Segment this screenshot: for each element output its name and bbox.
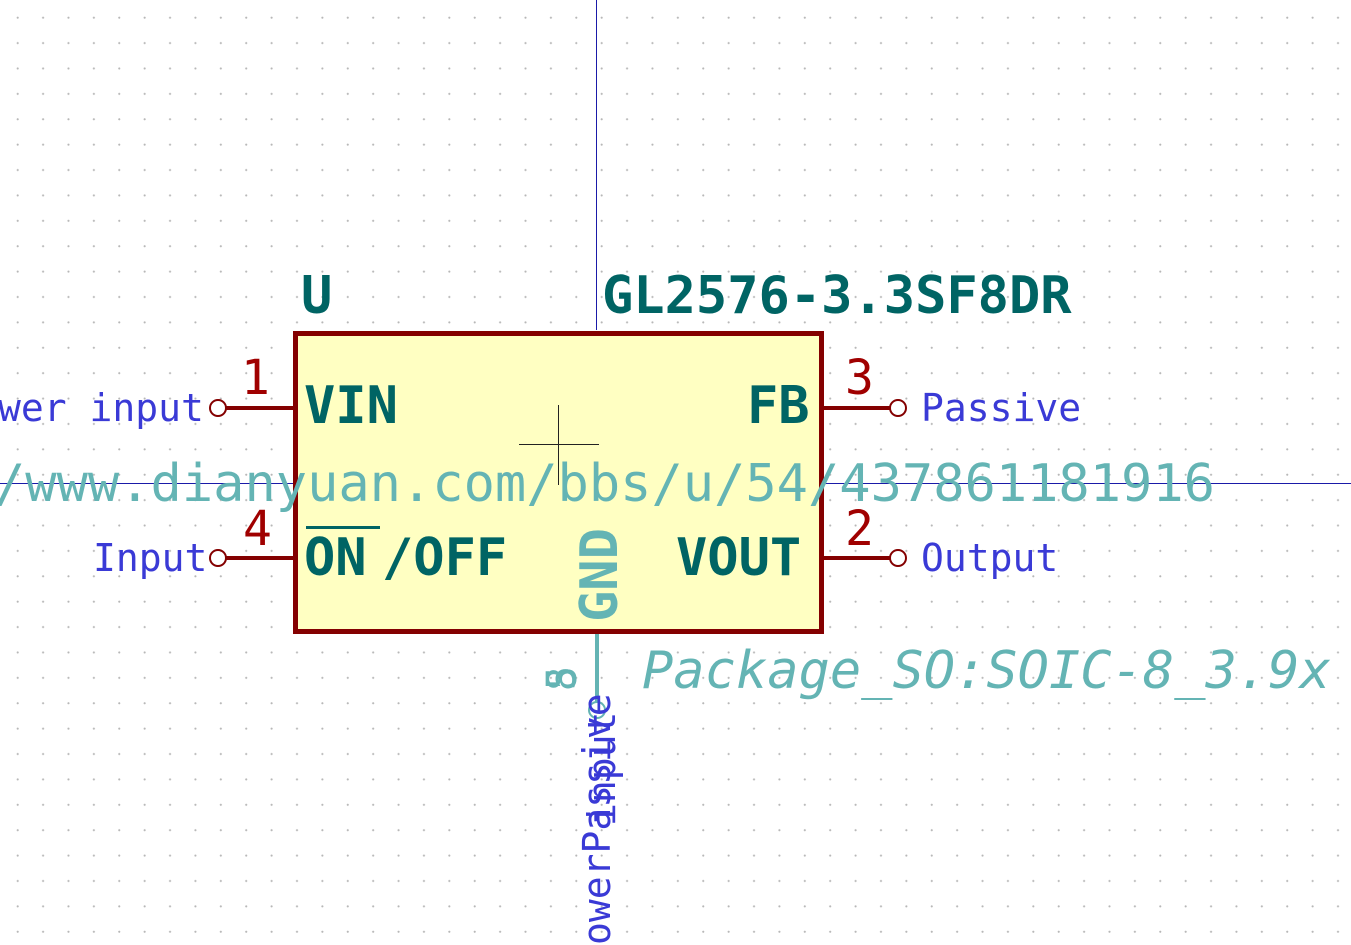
pin-4-connection-point[interactable] — [209, 549, 227, 567]
symbol-anchor-crosshair-h — [519, 444, 599, 445]
pin-name-onoff-on: ON — [304, 528, 367, 588]
pin-1-type: wer input — [0, 386, 204, 430]
reference-label[interactable]: U — [301, 270, 332, 322]
symbol-anchor-crosshair-v — [558, 405, 559, 485]
pin-5-type-b: input — [580, 711, 624, 826]
pin-3-type: Passive — [921, 386, 1082, 430]
value-label[interactable]: GL2576-3.3SF8DR — [602, 270, 1072, 322]
pin-4-type: Input — [93, 536, 208, 580]
datasheet-field[interactable]: /www.dianyuan.com/bbs/u/54/437861181916 — [0, 458, 1215, 510]
footprint-pin-overlay: 8 — [540, 666, 586, 691]
pin-name-gnd: GND — [570, 528, 630, 622]
pin-3-line[interactable] — [823, 406, 891, 410]
footprint-field[interactable]: Package_SO:SOIC-8_3.9x — [642, 645, 1331, 697]
origin-axis-vertical — [596, 0, 597, 330]
pin-name-vout: VOUT — [676, 528, 802, 588]
pin-name-onoff-off: /OFF — [382, 528, 508, 588]
pin-1-number: 1 — [241, 350, 270, 406]
pin-3-number: 3 — [845, 350, 874, 406]
pin-1-connection-point[interactable] — [209, 399, 227, 417]
pin-3-connection-point[interactable] — [889, 399, 907, 417]
pin-name-vin: VIN — [304, 376, 398, 436]
pin-name-fb: FB — [747, 376, 810, 436]
pin-2-connection-point[interactable] — [889, 549, 907, 567]
pin-2-type: Output — [921, 536, 1059, 580]
schematic-canvas[interactable]: U GL2576-3.3SF8DR 1 wer input 4 Input 3 … — [0, 0, 1351, 945]
pin-1-line[interactable] — [226, 406, 294, 410]
